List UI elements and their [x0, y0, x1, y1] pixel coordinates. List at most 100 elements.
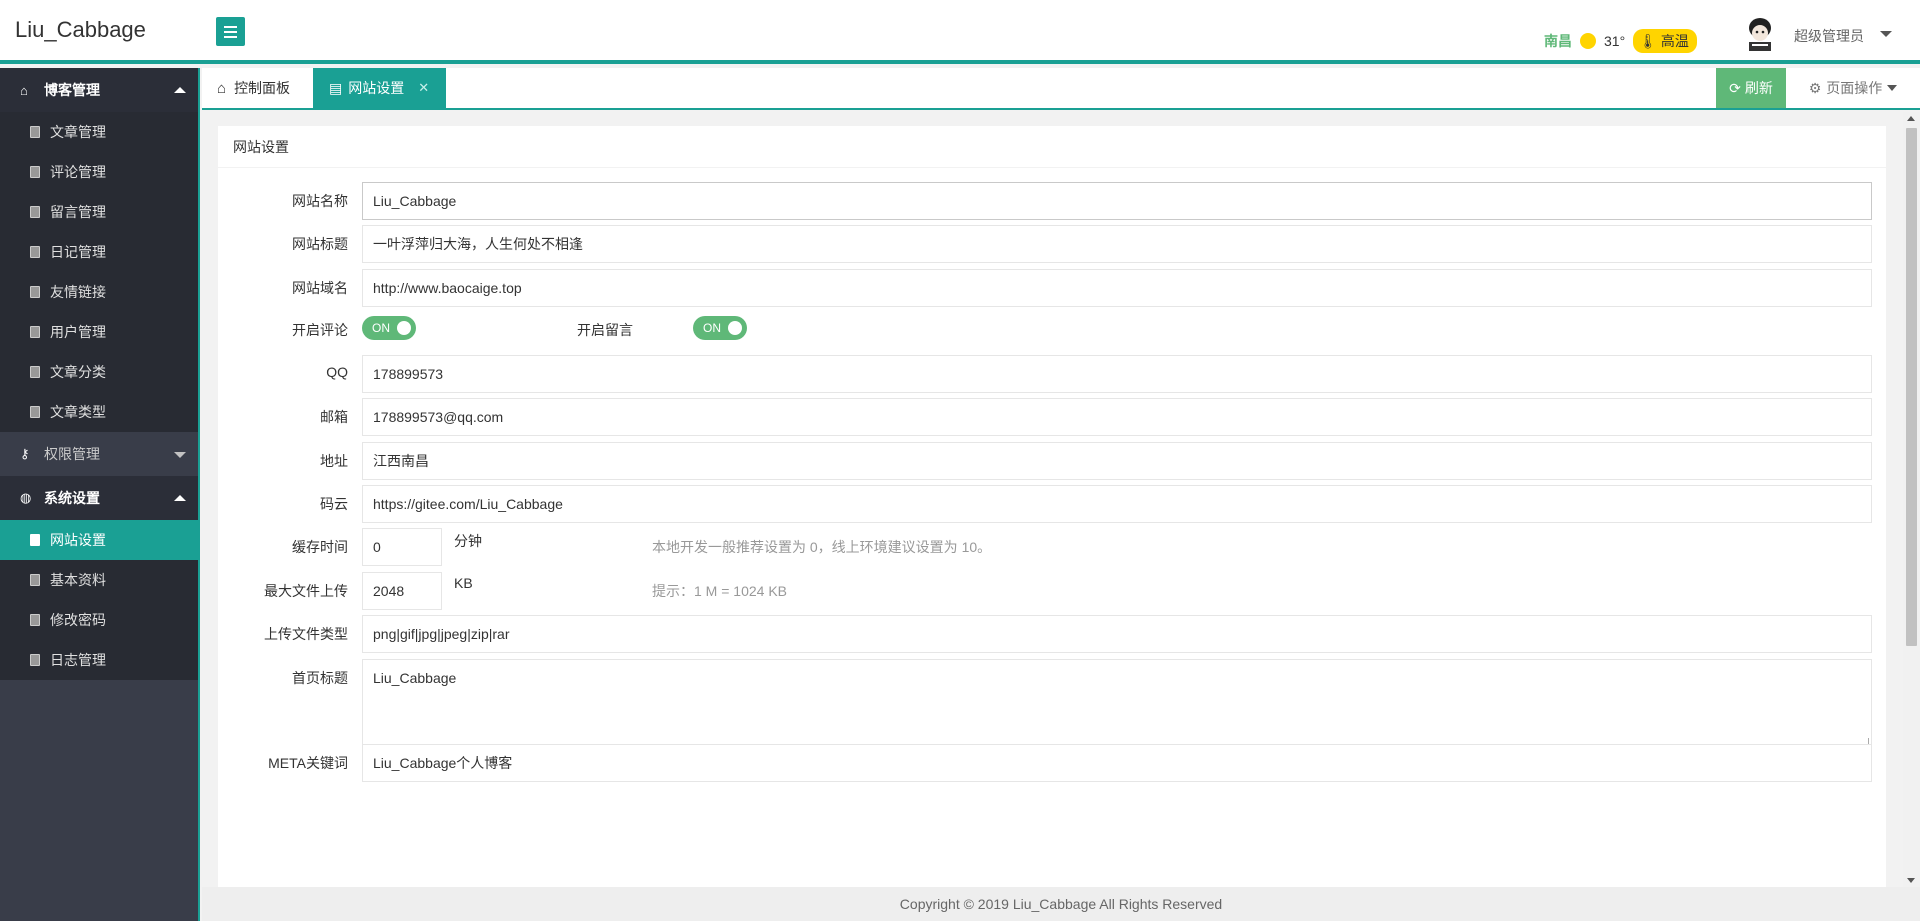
sidebar-group-permissions[interactable]: ⚷ 权限管理	[0, 432, 198, 476]
sidebar-item-label: 文章管理	[50, 124, 106, 140]
sidebar-item-password[interactable]: 修改密码	[0, 600, 198, 640]
home-icon: ⌂	[20, 82, 28, 98]
main-content: 网站设置 网站名称 Liu_Cabbage 网站标题 一叶浮萍归大海，人生何处不…	[202, 112, 1920, 887]
document-icon	[30, 206, 40, 218]
gitee-input[interactable]: https://gitee.com/Liu_Cabbage	[362, 485, 1872, 523]
chevron-down-icon[interactable]	[1880, 31, 1892, 37]
scroll-down-arrow-icon[interactable]	[1907, 878, 1915, 883]
top-header: Liu_Cabbage 南昌 31° 🌡 高温 超级管理员	[0, 0, 1920, 64]
weather-widget: 南昌 31° 🌡 高温	[1544, 29, 1697, 53]
sidebar-group-label: 博客管理	[44, 82, 100, 98]
weather-temp: 31°	[1604, 33, 1626, 49]
upload-types-label: 上传文件类型	[264, 626, 348, 642]
upload-types-input[interactable]: png|gif|jpg|jpeg|zip|rar	[362, 615, 1872, 653]
chevron-up-icon	[174, 87, 186, 93]
content-scrollbar[interactable]	[1903, 112, 1920, 887]
sidebar-item-label: 基本资料	[50, 572, 106, 588]
sidebar-list-blog: 文章管理 评论管理 留言管理 日记管理 友情链接 用户管理 文章分类 文章类型	[0, 112, 198, 432]
site-domain-label: 网站域名	[292, 280, 348, 296]
key-icon: ⚷	[20, 446, 30, 461]
site-title-input[interactable]: 一叶浮萍归大海，人生何处不相逢	[362, 225, 1872, 263]
sidebar-item-comments[interactable]: 评论管理	[0, 152, 198, 192]
sidebar-item-profile[interactable]: 基本资料	[0, 560, 198, 600]
document-icon	[30, 166, 40, 178]
home-title-textarea[interactable]: Liu_Cabbage	[362, 659, 1872, 749]
enable-comment-label: 开启评论	[292, 322, 348, 338]
close-icon[interactable]: ✕	[418, 80, 429, 96]
user-name[interactable]: 超级管理员	[1794, 26, 1864, 46]
gear-icon: ⚙	[1808, 79, 1822, 96]
scroll-up-arrow-icon[interactable]	[1907, 116, 1915, 121]
scroll-thumb[interactable]	[1906, 128, 1917, 646]
switch-label: ON	[372, 321, 390, 335]
key-icon	[30, 614, 40, 626]
site-name-label: 网站名称	[292, 193, 348, 209]
sidebar-item-links[interactable]: 友情链接	[0, 272, 198, 312]
enable-message-switch[interactable]: ON	[693, 316, 747, 340]
weather-city: 南昌	[1544, 33, 1572, 49]
sidebar-item-articles[interactable]: 文章管理	[0, 112, 198, 152]
page-operations-button[interactable]: ⚙ 页面操作	[1786, 68, 1920, 108]
sidebar-item-site-settings[interactable]: 网站设置	[0, 520, 198, 560]
meta-keywords-input[interactable]: Liu_Cabbage个人博客	[362, 744, 1872, 782]
tab-dashboard[interactable]: ⌂ 控制面板	[202, 68, 312, 108]
sidebar-group-system[interactable]: ◍ 系统设置	[0, 476, 198, 520]
document-icon	[30, 574, 40, 586]
address-label: 地址	[320, 453, 348, 469]
settings-panel: 网站设置 网站名称 Liu_Cabbage 网站标题 一叶浮萍归大海，人生何处不…	[218, 126, 1886, 887]
sidebar-group-label: 系统设置	[44, 490, 100, 506]
site-logo[interactable]: Liu_Cabbage	[15, 17, 146, 43]
weather-badge-label: 高温	[1660, 33, 1689, 49]
sidebar-item-label: 友情链接	[50, 284, 106, 300]
enable-comment-switch[interactable]: ON	[362, 316, 416, 340]
document-icon	[30, 326, 40, 338]
sidebar-item-diary[interactable]: 日记管理	[0, 232, 198, 272]
max-upload-hint: 提示：1 M = 1024 KB	[652, 583, 788, 599]
meta-keywords-label: META关键词	[268, 755, 348, 771]
footer: Copyright © 2019 Liu_Cabbage All Rights …	[202, 887, 1920, 921]
max-upload-label: 最大文件上传	[264, 583, 348, 599]
map-icon	[30, 534, 40, 546]
tab-site-settings[interactable]: ▤ 网站设置 ✕	[313, 68, 446, 108]
hamburger-line	[224, 35, 237, 38]
sidebar-item-types[interactable]: 文章类型	[0, 392, 198, 432]
tab-label: 控制面板	[234, 80, 291, 96]
qq-input[interactable]: 178899573	[362, 355, 1872, 393]
sidebar-item-logs[interactable]: 日志管理	[0, 640, 198, 680]
document-icon	[30, 126, 40, 138]
document-icon	[30, 406, 40, 418]
menu-toggle-button[interactable]	[216, 17, 245, 46]
switch-label: ON	[703, 321, 721, 335]
refresh-button[interactable]: ⟳ 刷新	[1716, 68, 1786, 108]
sidebar-item-label: 评论管理	[50, 164, 106, 180]
home-icon: ⌂	[217, 79, 227, 97]
weather-badge: 🌡 高温	[1633, 29, 1697, 53]
sidebar-item-categories[interactable]: 文章分类	[0, 352, 198, 392]
refresh-icon: ⟳	[1729, 79, 1741, 96]
refresh-label: 刷新	[1744, 80, 1773, 96]
panel-title: 网站设置	[218, 126, 1886, 168]
sidebar-item-users[interactable]: 用户管理	[0, 312, 198, 352]
sidebar-item-label: 日志管理	[50, 652, 106, 668]
globe-icon: ◍	[20, 490, 32, 505]
max-upload-unit: KB	[454, 575, 473, 591]
sidebar: ⌂ 博客管理 文章管理 评论管理 留言管理 日记管理 友情链接 用户管理 文章分…	[0, 68, 200, 921]
hamburger-line	[224, 30, 237, 33]
cache-time-input[interactable]: 0	[362, 528, 442, 566]
chevron-down-icon	[1887, 85, 1898, 91]
cache-time-unit: 分钟	[454, 533, 482, 549]
max-upload-input[interactable]: 2048	[362, 572, 442, 610]
email-input[interactable]: 178899573@qq.com	[362, 398, 1872, 436]
sidebar-item-messages[interactable]: 留言管理	[0, 192, 198, 232]
sidebar-item-label: 网站设置	[50, 532, 106, 548]
sun-icon	[1580, 33, 1596, 49]
sidebar-item-label: 用户管理	[50, 324, 106, 340]
thermometer-icon: 🌡	[1639, 33, 1657, 49]
sidebar-group-blog[interactable]: ⌂ 博客管理	[0, 68, 198, 112]
switch-knob	[728, 321, 742, 335]
site-name-input[interactable]: Liu_Cabbage	[362, 182, 1872, 220]
avatar[interactable]	[1742, 15, 1778, 53]
address-input[interactable]: 江西南昌	[362, 442, 1872, 480]
sidebar-list-system: 网站设置 基本资料 修改密码 日志管理	[0, 520, 198, 680]
site-domain-input[interactable]: http://www.baocaige.top	[362, 269, 1872, 307]
